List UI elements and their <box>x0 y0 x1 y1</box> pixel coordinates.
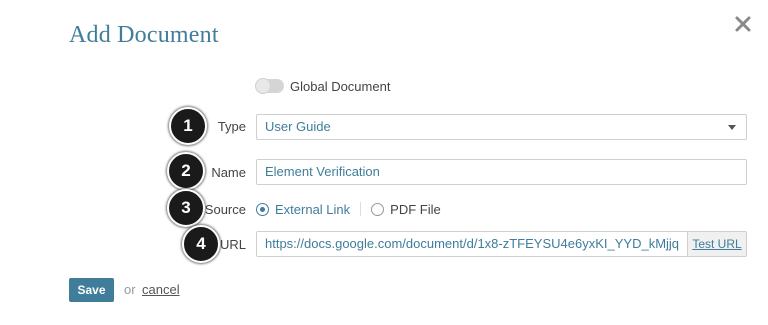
url-input[interactable]: https://docs.google.com/document/d/1x8-z… <box>256 231 687 257</box>
or-text: or <box>124 282 136 297</box>
name-label: Name <box>211 165 246 180</box>
source-radio-group: External Link PDF File <box>256 200 441 218</box>
external-link-label[interactable]: External Link <box>275 202 350 217</box>
url-label: URL <box>219 237 246 252</box>
cancel-link[interactable]: cancel <box>142 282 180 297</box>
dialog-title: Add Document <box>69 22 219 48</box>
type-select-value: User Guide <box>265 119 331 134</box>
global-document-label: Global Document <box>290 78 391 94</box>
add-document-dialog: Add Document Global Document 1 Type User… <box>0 0 768 325</box>
chevron-down-icon <box>728 125 736 130</box>
pdf-file-label[interactable]: PDF File <box>390 202 441 217</box>
global-document-row: Global Document <box>256 77 390 95</box>
external-link-radio[interactable] <box>256 202 269 216</box>
close-icon[interactable] <box>733 14 753 34</box>
pdf-file-radio[interactable] <box>371 202 385 216</box>
name-input[interactable]: Element Verification <box>256 159 747 185</box>
type-label: Type <box>217 119 246 134</box>
global-document-toggle[interactable] <box>256 79 284 93</box>
type-select[interactable]: User Guide <box>256 114 747 140</box>
source-label: Source <box>204 202 246 217</box>
test-url-button[interactable]: Test URL <box>687 231 747 257</box>
save-button[interactable]: Save <box>69 278 114 302</box>
url-input-value: https://docs.google.com/document/d/1x8-z… <box>265 236 680 251</box>
name-input-value: Element Verification <box>265 164 380 179</box>
radio-divider <box>360 202 362 216</box>
toggle-knob <box>256 79 270 93</box>
